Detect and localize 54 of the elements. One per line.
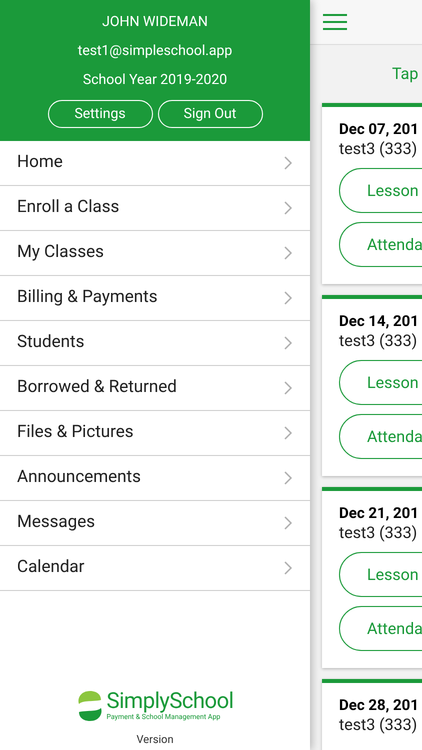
card-button[interactable]: Attenda xyxy=(339,222,422,267)
version-label: Version xyxy=(136,732,174,748)
logo-name: SimplySchool xyxy=(106,690,234,712)
menu-label: My Classes xyxy=(17,241,104,264)
card-button[interactable]: Attenda xyxy=(339,606,422,651)
menu-item[interactable]: Home xyxy=(0,141,310,186)
card-button[interactable]: Lesson xyxy=(339,168,422,213)
menu-item[interactable]: Messages xyxy=(0,501,310,546)
menu-item[interactable]: Billing & Payments xyxy=(0,276,310,321)
menu-item[interactable]: Enroll a Class xyxy=(0,186,310,231)
menu-label: Enroll a Class xyxy=(17,196,120,220)
hint-text: Tap xyxy=(392,63,418,85)
menu-item[interactable]: Calendar xyxy=(0,546,310,591)
chevron-icon xyxy=(284,291,292,305)
header-button[interactable]: Sign Out xyxy=(158,100,262,128)
menu-label: Home xyxy=(17,151,63,174)
user-name: JOHN WIDEMAN xyxy=(102,13,208,32)
chevron-icon xyxy=(284,561,292,575)
card-button[interactable]: Lesson xyxy=(339,360,422,405)
menu-item[interactable]: Borrowed & Returned xyxy=(0,366,310,411)
menu-label: Billing & Payments xyxy=(17,286,158,310)
chevron-icon xyxy=(284,516,292,530)
chevron-icon xyxy=(284,426,292,440)
chevron-icon xyxy=(284,201,292,215)
card-student: test3 (333) xyxy=(339,523,418,543)
chevron-icon xyxy=(284,156,292,170)
header-button[interactable]: Settings xyxy=(48,100,152,128)
menu-label: Files & Pictures xyxy=(17,421,134,444)
menu-item[interactable]: Students xyxy=(0,321,310,366)
chevron-icon xyxy=(284,246,292,260)
card-student: test3 (333) xyxy=(339,715,418,735)
menu-label: Announcements xyxy=(17,466,141,490)
menu-item[interactable]: Announcements xyxy=(0,456,310,501)
menu-item[interactable]: Files & Pictures xyxy=(0,411,310,456)
card-button[interactable]: Lesson xyxy=(339,552,422,597)
card-date: Dec 14, 201 xyxy=(339,311,420,331)
card-student: test3 (333) xyxy=(339,331,418,351)
menu-label: Students xyxy=(17,331,84,354)
chevron-icon xyxy=(284,381,292,395)
menu-label: Borrowed & Returned xyxy=(17,376,177,400)
menu-item[interactable]: My Classes xyxy=(0,231,310,276)
user-email: test1@simpleschool.app xyxy=(78,42,232,61)
menu-icon[interactable] xyxy=(323,14,347,30)
card-date: Dec 21, 201 xyxy=(339,503,420,523)
leaf-logo-icon xyxy=(76,690,103,722)
card-date: Dec 07, 201 xyxy=(339,119,420,139)
menu-label: Calendar xyxy=(17,556,84,580)
chevron-icon xyxy=(284,336,292,350)
card-date: Dec 28, 201 xyxy=(339,695,420,715)
card-student: test3 (333) xyxy=(339,139,418,159)
menu-label: Messages xyxy=(17,511,95,534)
school-year: School Year 2019-2020 xyxy=(82,71,228,90)
card-button[interactable]: Attenda xyxy=(339,414,422,459)
chevron-icon xyxy=(284,471,292,485)
